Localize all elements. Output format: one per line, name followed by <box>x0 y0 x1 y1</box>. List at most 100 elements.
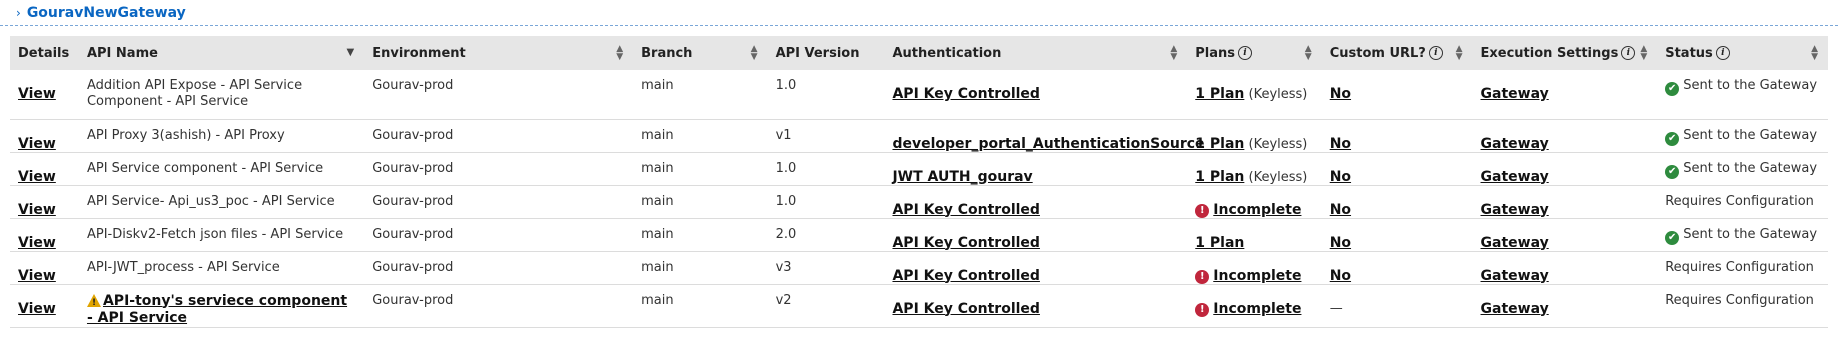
authentication-cell: JWT AUTH_gourav <box>884 152 1187 185</box>
api-name-cell: API-JWT_process - API Service <box>79 251 364 284</box>
table-row: View Addition API Expose - API Service C… <box>10 70 1828 119</box>
sort-icon[interactable]: ▲ ▼ <box>616 45 623 62</box>
branch-cell: main <box>633 70 767 119</box>
api-name-cell: API-Diskv2-Fetch json files - API Servic… <box>79 218 364 251</box>
execution-cell: Gateway <box>1473 284 1658 327</box>
api-table: Details API Name ▼ Environment ▲ ▼ Branch ▲ ▼… <box>10 36 1828 328</box>
view-link[interactable]: View <box>18 301 56 317</box>
sort-descending-icon[interactable]: ▼ <box>347 48 355 58</box>
execution-link[interactable]: Gateway <box>1481 301 1549 317</box>
api-version: v1 <box>775 127 792 143</box>
sort-icon[interactable]: ▲ ▼ <box>751 45 758 62</box>
api-version: 1.0 <box>775 193 797 209</box>
view-link[interactable]: View <box>18 136 56 152</box>
environment: Gourav-prod <box>372 193 454 209</box>
info-icon[interactable]: i <box>1621 46 1636 60</box>
environment: Gourav-prod <box>372 160 454 176</box>
sort-icon[interactable]: ▲ ▼ <box>1811 45 1818 62</box>
custom-url-link[interactable]: No <box>1330 169 1351 185</box>
status-cell: Requires Configuration <box>1657 284 1828 327</box>
custom-url-link[interactable]: No <box>1330 86 1351 102</box>
status-cell: Requires Configuration <box>1657 251 1828 284</box>
api-name-link[interactable]: API-tony's serviece component - API Serv… <box>87 293 347 326</box>
environment-cell: Gourav-prod <box>364 251 633 284</box>
execution-link[interactable]: Gateway <box>1481 202 1549 218</box>
info-icon[interactable]: i <box>1428 46 1443 60</box>
execution-link[interactable]: Gateway <box>1481 235 1549 251</box>
sort-icon[interactable]: ▲ ▼ <box>1456 45 1463 62</box>
api-name: API-Diskv2-Fetch json files - API Servic… <box>86 226 344 242</box>
authentication-link[interactable]: API Key Controlled <box>892 268 1039 284</box>
execution-link[interactable]: Gateway <box>1481 268 1549 284</box>
environment-cell: Gourav-prod <box>364 218 633 251</box>
view-link[interactable]: View <box>18 202 56 218</box>
plans-link[interactable]: 1 Plan <box>1195 136 1244 152</box>
execution-link[interactable]: Gateway <box>1481 136 1549 152</box>
branch-cell: main <box>633 251 767 284</box>
api-name-cell: API-tony's serviece component - API Serv… <box>79 284 364 327</box>
col-branch[interactable]: Branch ▲ ▼ <box>633 36 767 70</box>
sort-icon[interactable]: ▲ ▼ <box>1170 45 1177 62</box>
check-circle-icon: ✔ <box>1665 131 1680 146</box>
api-table-container: Details API Name ▼ Environment ▲ ▼ Branch ▲ ▼… <box>10 36 1828 328</box>
authentication-link[interactable]: API Key Controlled <box>892 202 1039 218</box>
view-link[interactable]: View <box>18 169 56 185</box>
plans-cell: ! Incomplete <box>1187 185 1321 218</box>
col-branch-label: Branch <box>641 45 693 61</box>
col-authentication[interactable]: Authentication ▲ ▼ <box>884 36 1187 70</box>
authentication-link[interactable]: JWT AUTH_gourav <box>892 169 1032 185</box>
info-icon[interactable]: i <box>1238 46 1253 60</box>
col-api-version-label: API Version <box>775 45 860 61</box>
execution-link[interactable]: Gateway <box>1481 169 1549 185</box>
status-cell: ✔ Sent to the Gateway <box>1657 70 1828 119</box>
api-version: 2.0 <box>775 226 797 242</box>
custom-url-link[interactable]: No <box>1330 268 1351 284</box>
plans-link[interactable]: Incomplete <box>1213 202 1301 218</box>
branch: main <box>641 78 674 93</box>
sort-icon[interactable]: ▲ ▼ <box>1305 45 1312 62</box>
details-cell: View <box>10 185 79 218</box>
plans-link[interactable]: 1 Plan <box>1195 169 1244 185</box>
view-link[interactable]: View <box>18 86 56 102</box>
environment: Gourav-prod <box>372 78 454 93</box>
authentication-link[interactable]: API Key Controlled <box>892 86 1039 102</box>
col-execution-settings[interactable]: Execution Settings i ▲ ▼ <box>1473 36 1658 70</box>
view-link[interactable]: View <box>18 235 56 251</box>
view-link[interactable]: View <box>18 268 56 284</box>
info-icon[interactable]: i <box>1715 46 1730 60</box>
execution-cell: Gateway <box>1473 152 1658 185</box>
col-status[interactable]: Status i ▲ ▼ <box>1657 36 1828 70</box>
environment-cell: Gourav-prod <box>364 119 633 152</box>
custom-url-cell: No <box>1322 119 1473 152</box>
sort-icon[interactable]: ▲ ▼ <box>1640 45 1647 62</box>
error-circle-icon: ! <box>1195 269 1210 284</box>
custom-url-link[interactable]: No <box>1330 235 1351 251</box>
branch-cell: main <box>633 218 767 251</box>
authentication-link[interactable]: API Key Controlled <box>892 301 1039 317</box>
api-version: v3 <box>775 259 792 275</box>
table-row: View API Service component - API Service… <box>10 152 1828 185</box>
col-api-name[interactable]: API Name ▼ <box>79 36 364 70</box>
custom-url-link[interactable]: No <box>1330 136 1351 152</box>
plans-link[interactable]: 1 Plan <box>1195 235 1244 251</box>
execution-link[interactable]: Gateway <box>1481 86 1549 102</box>
plans-link[interactable]: Incomplete <box>1213 301 1301 317</box>
plans-cell: 1 Plan (Keyless) <box>1187 70 1321 119</box>
plans-link[interactable]: 1 Plan <box>1195 86 1244 102</box>
authentication-link[interactable]: API Key Controlled <box>892 235 1039 251</box>
api-name: API-JWT_process - API Service <box>86 259 280 275</box>
gateway-name[interactable]: GouravNewGateway <box>27 5 186 21</box>
gateway-header[interactable]: › GouravNewGateway <box>0 0 1838 26</box>
custom-url-link[interactable]: No <box>1330 202 1351 218</box>
plans-link[interactable]: Incomplete <box>1213 268 1301 284</box>
error-circle-icon: ! <box>1195 302 1210 317</box>
branch: main <box>641 193 674 209</box>
execution-cell: Gateway <box>1473 70 1658 119</box>
status-text: Requires Configuration <box>1665 193 1814 209</box>
details-cell: View <box>10 251 79 284</box>
col-custom-url[interactable]: Custom URL? i ▲ ▼ <box>1322 36 1473 70</box>
col-plans[interactable]: Plans i ▲ ▼ <box>1187 36 1321 70</box>
authentication-link[interactable]: developer_portal_AuthenticationSource <box>892 136 1204 152</box>
plans-cell: 1 Plan (Keyless) <box>1187 119 1321 152</box>
col-environment[interactable]: Environment ▲ ▼ <box>364 36 633 70</box>
